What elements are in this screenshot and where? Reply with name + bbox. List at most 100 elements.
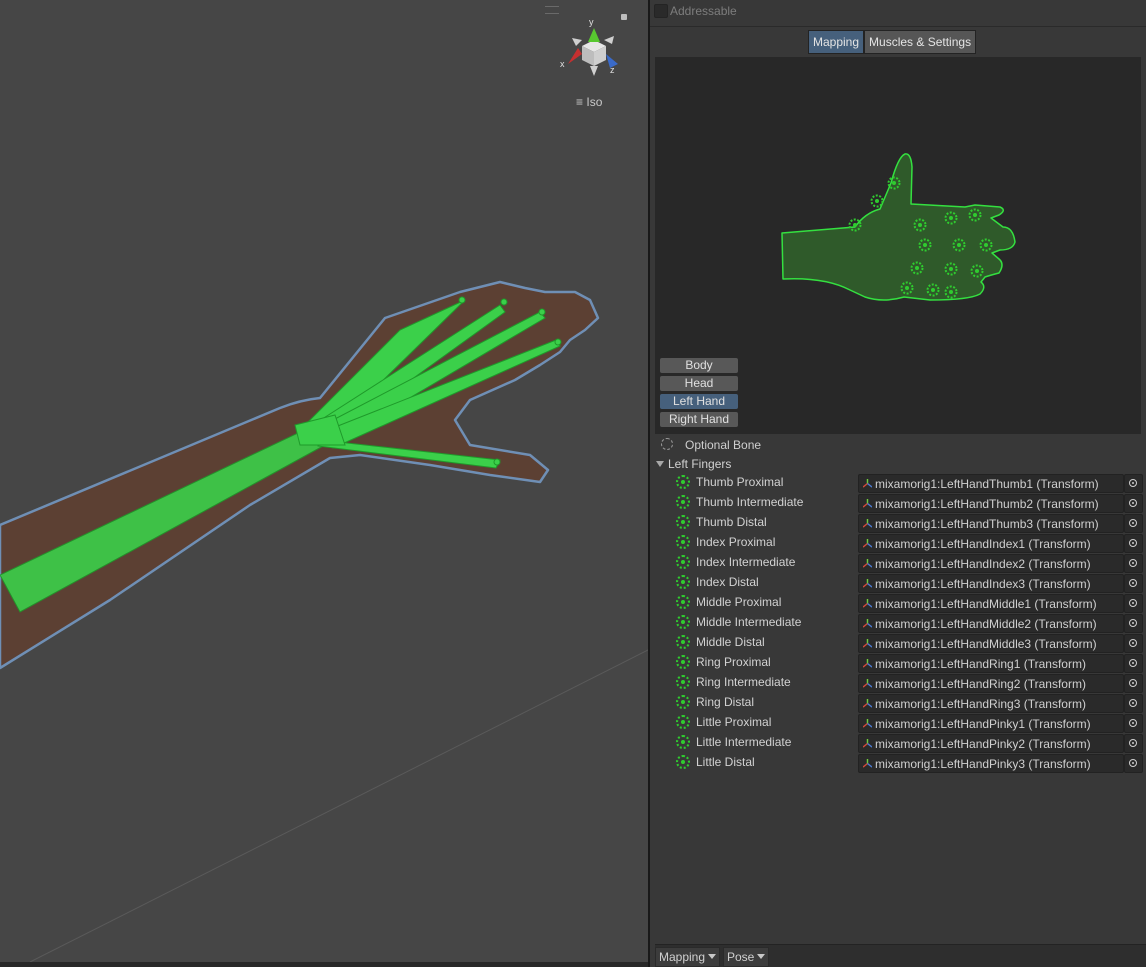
object-picker-icon[interactable] [1124,494,1143,513]
object-picker-icon[interactable] [1124,614,1143,633]
object-picker-icon[interactable] [1124,754,1143,773]
body-part-body-button[interactable]: Body [660,358,738,373]
bone-row: Middle Distal mixamorig1:LeftHandMiddle3 … [650,633,1146,653]
orientation-gizmo[interactable]: y x z [556,14,626,84]
object-picker-icon[interactable] [1124,634,1143,653]
bone-transform-value: mixamorig1:LeftHandThumb3 (Transform) [875,517,1099,531]
bone-row: Thumb Intermediate mixamorig1:LeftHandThu… [650,493,1146,513]
bone-status-icon[interactable] [676,715,690,729]
transform-icon [863,719,872,728]
avatar-inspector: Addressable Mapping Muscles & Settings B… [650,0,1146,967]
bone-transform-field[interactable]: mixamorig1:LeftHandMiddle2 (Transform) [858,614,1124,633]
bone-status-icon[interactable] [676,675,690,689]
object-picker-icon[interactable] [1124,594,1143,613]
scene-viewport-canvas[interactable] [0,0,648,962]
inspector-tab-bar: Mapping Muscles & Settings [808,30,977,54]
bone-status-icon[interactable] [676,495,690,509]
body-part-left-hand-button[interactable]: Left Hand [660,394,738,409]
bone-label: Middle Intermediate [696,615,802,629]
bone-transform-field[interactable]: mixamorig1:LeftHandMiddle1 (Transform) [858,594,1124,613]
thumb-joint [493,458,501,466]
object-picker-icon[interactable] [1124,474,1143,493]
body-part-head-button[interactable]: Head [660,376,738,391]
bone-status-icon[interactable] [676,535,690,549]
bone-label: Little Distal [696,755,755,769]
transform-icon [863,579,872,588]
bone-label: Ring Distal [696,695,755,709]
bone-transform-field[interactable]: mixamorig1:LeftHandPinky1 (Transform) [858,714,1124,733]
bone-label: Middle Distal [696,635,765,649]
left-fingers-foldout[interactable]: Left Fingers [656,457,731,471]
object-picker-icon[interactable] [1124,534,1143,553]
gizmo-neg-z-cone [572,38,582,46]
bone-transform-field[interactable]: mixamorig1:LeftHandThumb3 (Transform) [858,514,1124,533]
bone-row: Ring Distal mixamorig1:LeftHandRing3 (Tra… [650,693,1146,713]
bone-transform-field[interactable]: mixamorig1:LeftHandPinky3 (Transform) [858,754,1124,773]
bone-transform-field[interactable]: mixamorig1:LeftHandIndex1 (Transform) [858,534,1124,553]
drag-handle-icon[interactable] [545,6,559,14]
pose-dropdown-label: Pose [727,950,755,964]
bone-transform-field[interactable]: mixamorig1:LeftHandRing1 (Transform) [858,654,1124,673]
bone-status-icon[interactable] [676,515,690,529]
transform-icon [863,759,872,768]
object-picker-icon[interactable] [1124,674,1143,693]
body-part-right-hand-button[interactable]: Right Hand [660,412,738,427]
bone-transform-value: mixamorig1:LeftHandPinky2 (Transform) [875,737,1091,751]
transform-icon [863,639,872,648]
bone-label: Index Intermediate [696,555,796,569]
gizmo-neg-x-cone [604,36,614,44]
bone-transform-field[interactable]: mixamorig1:LeftHandRing2 (Transform) [858,674,1124,693]
bone-label: Little Proximal [696,715,772,729]
bone-transform-field[interactable]: mixamorig1:LeftHandThumb1 (Transform) [858,474,1124,493]
bone-status-icon[interactable] [676,615,690,629]
bone-transform-field[interactable]: mixamorig1:LeftHandIndex2 (Transform) [858,554,1124,573]
bone-status-icon[interactable] [676,635,690,649]
object-picker-icon[interactable] [1124,574,1143,593]
bone-status-icon[interactable] [676,575,690,589]
bone-status-icon[interactable] [676,735,690,749]
bone-row: Index Distal mixamorig1:LeftHandIndex3 (T… [650,573,1146,593]
avatar-preview-panel: Body Head Left Hand Right Hand [655,57,1141,434]
transform-icon [863,499,872,508]
bone-transform-field[interactable]: mixamorig1:LeftHandMiddle3 (Transform) [858,634,1124,653]
bone-row: Little Distal mixamorig1:LeftHandPinky3 (… [650,753,1146,773]
addressable-checkbox[interactable] [654,4,668,18]
bone-row: Index Proximal mixamorig1:LeftHandIndex1 … [650,533,1146,553]
transform-icon [863,699,872,708]
bone-transform-field[interactable]: mixamorig1:LeftHandRing3 (Transform) [858,694,1124,713]
bone-status-icon[interactable] [676,475,690,489]
mapping-dropdown[interactable]: Mapping [655,947,721,967]
bone-status-icon[interactable] [676,655,690,669]
dropdown-arrow-icon [708,954,717,959]
bone-row: Middle Proximal mixamorig1:LeftHandMiddle… [650,593,1146,613]
object-picker-icon[interactable] [1124,654,1143,673]
object-picker-icon[interactable] [1124,554,1143,573]
transform-icon [863,659,872,668]
bone-label: Thumb Distal [696,515,767,529]
projection-toggle[interactable]: ≡ Iso [576,95,602,109]
bone-status-icon[interactable] [676,695,690,709]
pose-dropdown[interactable]: Pose [723,947,770,967]
scene-view[interactable]: y x z ≡ Iso [0,0,648,962]
bone-row: Middle Intermediate mixamorig1:LeftHandMi… [650,613,1146,633]
bone-status-icon[interactable] [676,555,690,569]
bone-transform-field[interactable]: mixamorig1:LeftHandThumb2 (Transform) [858,494,1124,513]
object-picker-icon[interactable] [1124,514,1143,533]
bone-label: Little Intermediate [696,735,792,749]
bone-status-icon[interactable] [676,595,690,609]
transform-icon [863,539,872,548]
bone-transform-field[interactable]: mixamorig1:LeftHandPinky2 (Transform) [858,734,1124,753]
bone-transform-field[interactable]: mixamorig1:LeftHandIndex3 (Transform) [858,574,1124,593]
bone-transform-value: mixamorig1:LeftHandRing3 (Transform) [875,697,1086,711]
object-picker-icon[interactable] [1124,714,1143,733]
object-picker-icon[interactable] [1124,734,1143,753]
bone-status-icon[interactable] [676,755,690,769]
tab-muscles-settings[interactable]: Muscles & Settings [864,30,977,54]
gizmo-x-label: x [560,59,565,69]
bone-label: Thumb Intermediate [696,495,804,509]
tab-mapping[interactable]: Mapping [808,30,865,54]
bone-row: Little Intermediate mixamorig1:LeftHandPi… [650,733,1146,753]
bone-label: Ring Proximal [696,655,771,669]
bone-transform-value: mixamorig1:LeftHandIndex1 (Transform) [875,537,1091,551]
object-picker-icon[interactable] [1124,694,1143,713]
